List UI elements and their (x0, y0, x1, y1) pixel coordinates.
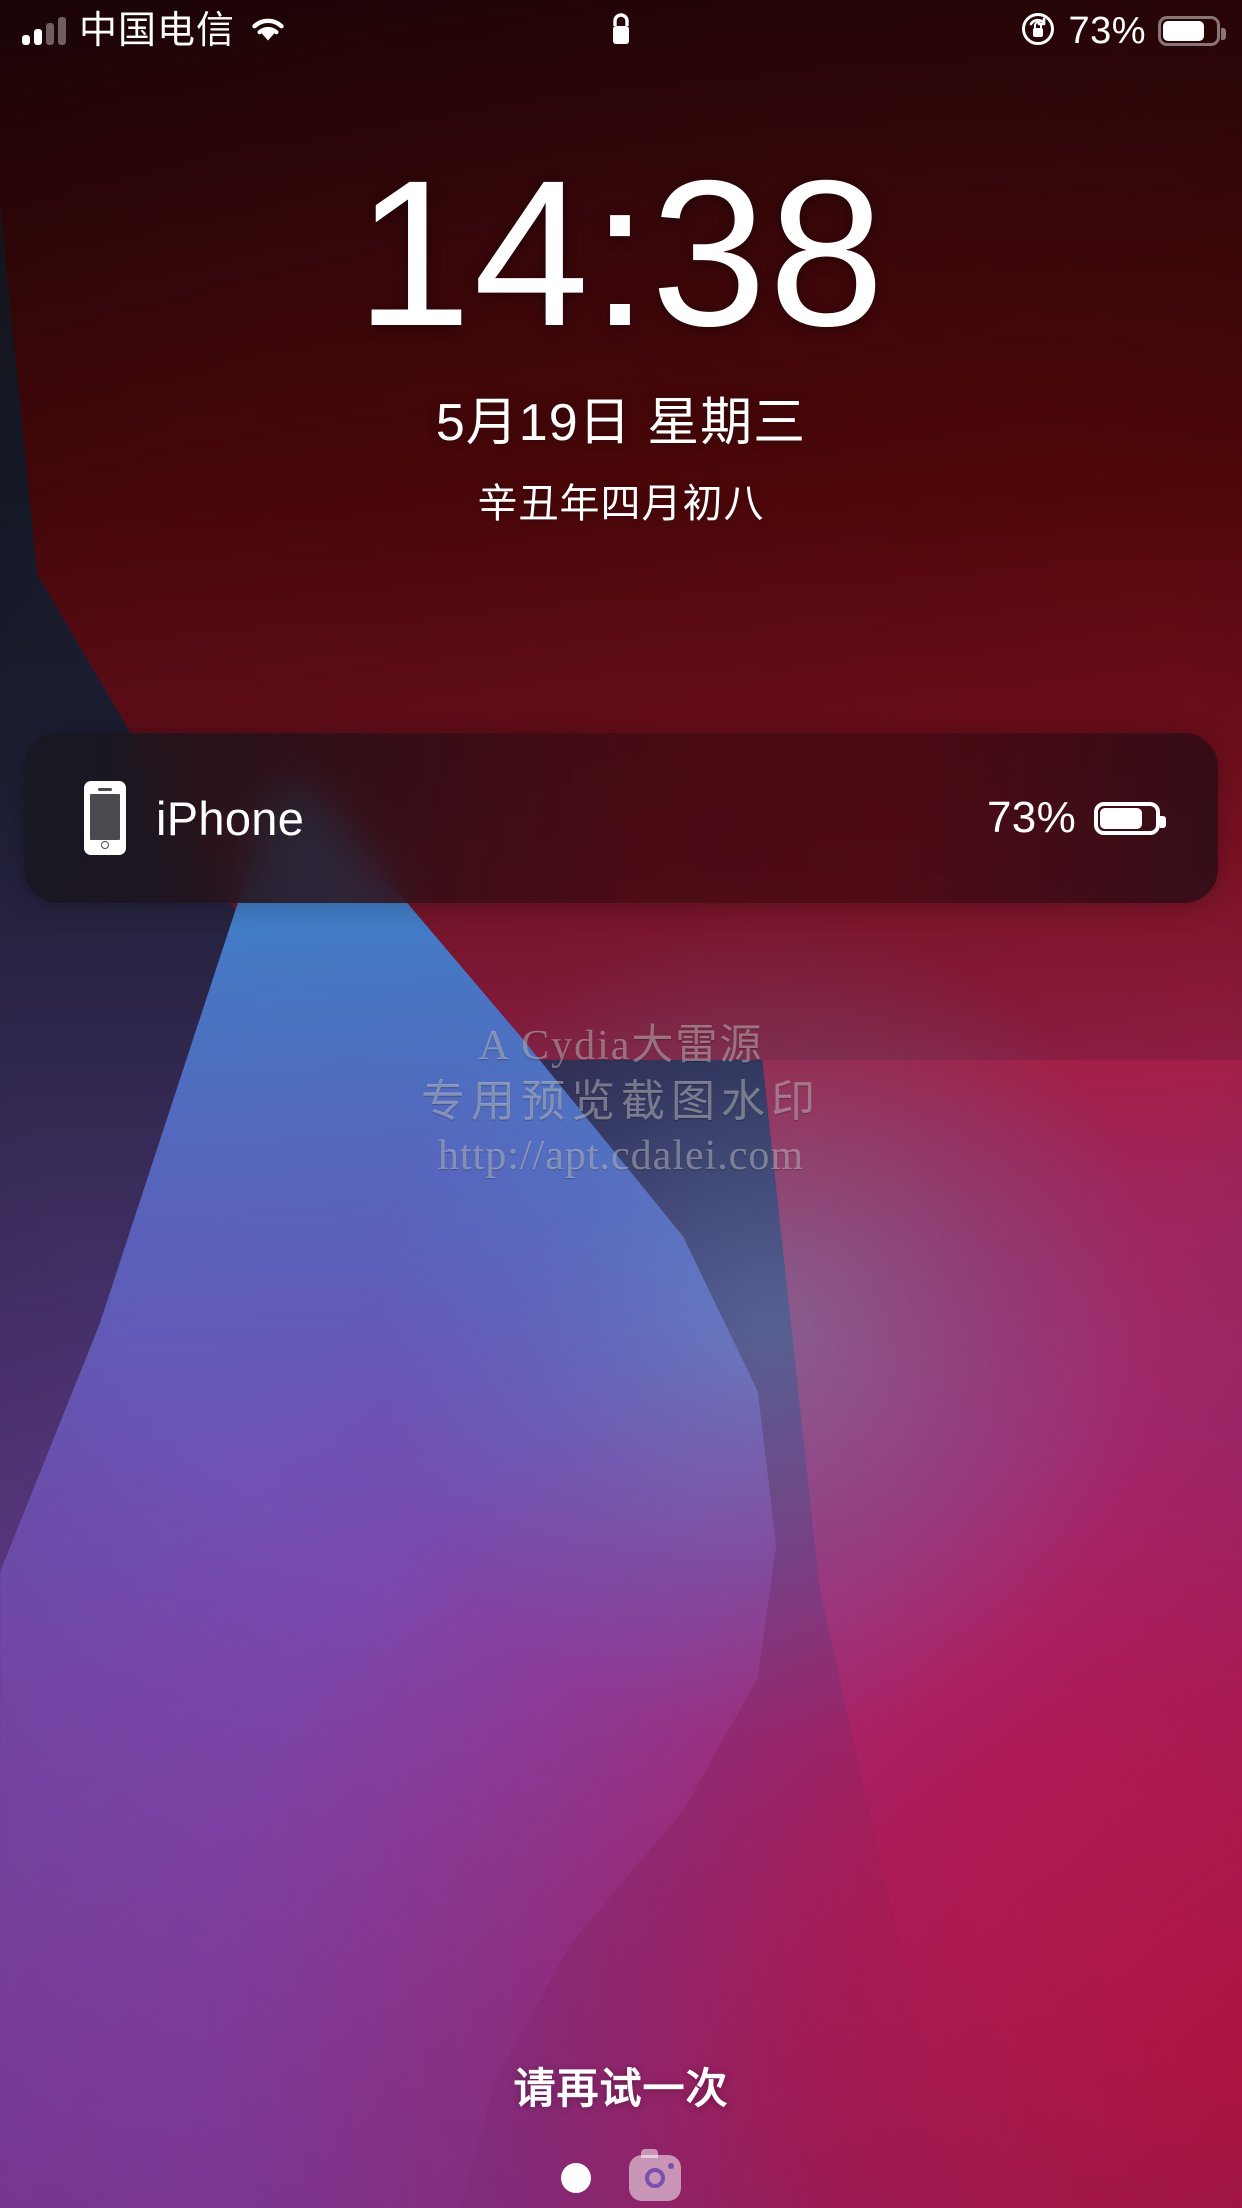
battery-widget-device: iPhone (84, 781, 304, 855)
device-battery-icon (1094, 801, 1166, 835)
bottom-controls (0, 2149, 1242, 2201)
status-bar-center (606, 10, 636, 53)
lock-screen[interactable]: 中国电信 73% 14:38 5月19日 星期三 辛丑年四月初八 iPhone … (0, 0, 1242, 2208)
status-bar: 中国电信 73% (0, 0, 1242, 62)
clock-block: 14:38 5月19日 星期三 辛丑年四月初八 (0, 150, 1242, 529)
camera-icon[interactable] (629, 2149, 681, 2201)
iphone-icon (84, 781, 126, 855)
device-battery-percent: 73% (987, 793, 1076, 842)
battery-widget-level: 73% (987, 793, 1166, 843)
device-name-label: iPhone (156, 791, 305, 845)
battery-icon (1158, 16, 1226, 46)
retry-message: 请再试一次 (513, 2065, 729, 2112)
home-dot-icon[interactable] (561, 2163, 591, 2193)
status-bar-left: 中国电信 (22, 12, 288, 50)
wifi-icon (248, 14, 288, 49)
carrier-label: 中国电信 (79, 10, 236, 52)
clock-lunar-date: 辛丑年四月初八 (477, 482, 765, 526)
signal-bars-icon (22, 17, 66, 45)
status-bar-right: 73% (1020, 9, 1226, 53)
battery-widget-card[interactable]: iPhone 73% (24, 733, 1218, 903)
rotation-lock-icon (1020, 11, 1056, 52)
clock-date: 5月19日 星期三 (435, 394, 807, 452)
lock-icon (606, 10, 636, 53)
status-battery-percent: 73% (1068, 9, 1146, 52)
clock-time: 14:38 (355, 138, 887, 370)
